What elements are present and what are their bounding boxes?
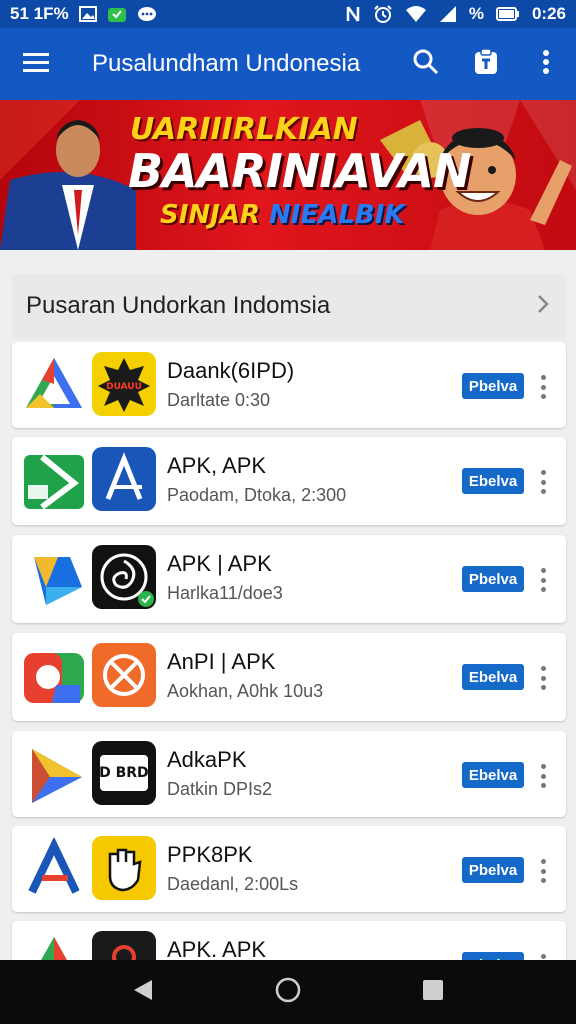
more-vert-icon[interactable] bbox=[533, 372, 553, 402]
app-meta: Datkin DPIs2 bbox=[167, 779, 273, 799]
signal-icon bbox=[439, 5, 457, 23]
list-item[interactable]: AnPI | APK Aokhan, A0hk 10u3 Ebelva bbox=[12, 633, 566, 721]
app-name: APK | APK bbox=[167, 551, 272, 576]
install-button[interactable]: Pbelva bbox=[462, 566, 524, 592]
app-name: APK, APK bbox=[167, 453, 267, 478]
search-button[interactable] bbox=[396, 28, 456, 100]
nfc-icon bbox=[345, 5, 361, 23]
status-left-text: 51 1F% bbox=[10, 4, 69, 23]
app-icon: DUAUU bbox=[92, 352, 156, 416]
menu-button[interactable] bbox=[0, 28, 72, 100]
more-vert-icon[interactable] bbox=[533, 467, 553, 497]
install-button[interactable]: Pbelva bbox=[462, 857, 524, 883]
status-bar: 51 1F% % 0:26 bbox=[0, 0, 576, 28]
play-store-icon bbox=[24, 653, 84, 703]
gallery-icon bbox=[78, 6, 97, 22]
app-name: AdkaPK bbox=[167, 747, 247, 772]
more-options-button[interactable] bbox=[516, 28, 576, 100]
battery-percent: % bbox=[468, 4, 484, 23]
app-bar-title: Pusalundham Undonesia bbox=[92, 50, 361, 77]
recents-icon bbox=[422, 979, 444, 1006]
back-icon bbox=[132, 978, 154, 1007]
wifi-icon bbox=[405, 5, 427, 23]
app-name: Daank(6IPD) bbox=[167, 358, 295, 383]
app-icon bbox=[92, 836, 156, 900]
home-icon bbox=[274, 976, 302, 1009]
install-button[interactable]: Pbelva bbox=[462, 373, 524, 399]
back-button[interactable] bbox=[113, 960, 173, 1024]
list-item[interactable]: DD BRDO AdkaPK Datkin DPIs2 Ebelva bbox=[12, 731, 566, 817]
banner-line-1: UARIIIRLKIAN bbox=[130, 112, 358, 147]
more-vert-icon[interactable] bbox=[533, 565, 553, 595]
battery-icon bbox=[495, 7, 520, 21]
more-vert-icon bbox=[542, 49, 550, 79]
play-store-icon bbox=[28, 838, 80, 894]
list-item[interactable]: PPK8PK Daedanl, 2:00Ls Pbelva bbox=[12, 826, 566, 912]
app-icon: DD BRDO bbox=[92, 741, 156, 805]
app-icon bbox=[92, 447, 156, 511]
app-bar: Pusalundham Undonesia bbox=[0, 28, 576, 100]
play-store-icon bbox=[32, 749, 82, 803]
app-meta: Darltate 0:30 bbox=[167, 390, 271, 410]
home-button[interactable] bbox=[258, 960, 318, 1024]
recents-button[interactable] bbox=[403, 960, 463, 1024]
app-icon bbox=[92, 545, 156, 609]
more-vert-icon[interactable] bbox=[533, 761, 553, 791]
app-icon-text: DUAUU bbox=[106, 382, 142, 392]
more-vert-icon[interactable] bbox=[533, 663, 553, 693]
menu-icon bbox=[23, 52, 49, 77]
list-item[interactable]: APK, APK Paodam, Dtoka, 2:300 Ebelva bbox=[12, 437, 566, 525]
app-name: AnPI | APK bbox=[167, 649, 276, 674]
shopping-icon bbox=[107, 5, 127, 23]
section-title: Pusaran Undorkan Indomsia bbox=[26, 292, 331, 319]
clipboard-icon bbox=[474, 47, 498, 80]
chevron-right-icon bbox=[536, 293, 550, 320]
play-store-icon bbox=[34, 557, 82, 605]
play-store-icon bbox=[24, 454, 84, 510]
promo-banner[interactable]: UARIIIRLKIAN BAARINIAVAN SINJAR NIEALBIK bbox=[0, 100, 576, 250]
banner-line-2: BAARINIAVAN bbox=[128, 144, 471, 198]
status-time: 0:26 bbox=[531, 4, 566, 23]
chat-icon bbox=[137, 6, 157, 22]
install-button[interactable]: Ebelva bbox=[462, 664, 524, 690]
app-name: PPK8PK bbox=[167, 842, 253, 867]
list-item[interactable]: APK | APK Harlka11/doe3 Pbelva bbox=[12, 535, 566, 623]
system-nav-bar bbox=[0, 960, 576, 1024]
play-store-icon bbox=[26, 358, 82, 408]
install-button[interactable]: Ebelva bbox=[462, 762, 524, 788]
clipboard-button[interactable] bbox=[456, 28, 516, 100]
section-header[interactable]: Pusaran Undorkan Indomsia bbox=[12, 273, 566, 339]
alarm-icon bbox=[373, 4, 393, 24]
more-vert-icon[interactable] bbox=[533, 856, 553, 886]
app-meta: Harlka11/doe3 bbox=[167, 583, 283, 603]
install-button[interactable]: Ebelva bbox=[462, 468, 524, 494]
app-icon bbox=[92, 643, 156, 707]
app-meta: Aokhan, A0hk 10u3 bbox=[167, 681, 324, 701]
banner-line-3b: NIEALBIK bbox=[269, 200, 405, 230]
app-icon-text: DD BRDO bbox=[92, 765, 156, 781]
banner-line-3a: SINJAR bbox=[160, 200, 260, 230]
search-icon bbox=[413, 49, 439, 80]
list-item[interactable]: DUAUU Daank(6IPD) Darltate 0:30 Pbelva bbox=[12, 342, 566, 428]
app-meta: Daedanl, 2:00Ls bbox=[167, 874, 299, 894]
banner-line-3: SINJAR NIEALBIK bbox=[160, 200, 405, 230]
app-meta: Paodam, Dtoka, 2:300 bbox=[167, 485, 347, 505]
